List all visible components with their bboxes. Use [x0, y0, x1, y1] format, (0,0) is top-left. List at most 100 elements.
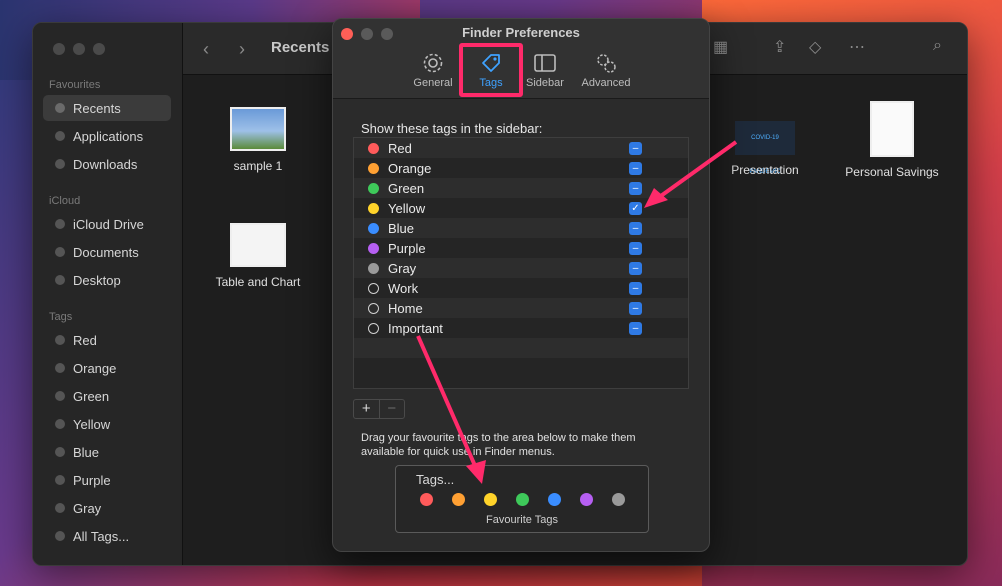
desktop-icon: [55, 275, 65, 285]
checkbox-mixed[interactable]: –: [629, 321, 642, 335]
tag-label: Yellow: [388, 200, 426, 216]
tag-label: Important: [388, 320, 443, 336]
add-tag-button[interactable]: +: [354, 400, 379, 418]
sidebar-item-tag-orange[interactable]: Orange: [43, 355, 171, 381]
sidebar-item-downloads[interactable]: Downloads: [43, 151, 171, 177]
checkbox-mixed[interactable]: –: [629, 241, 642, 255]
sidebar-item-recents[interactable]: Recents: [43, 95, 171, 121]
empty-row: [354, 358, 688, 378]
checkbox-mixed[interactable]: –: [629, 261, 642, 275]
sidebar-item-label: Applications: [73, 128, 144, 144]
more-icon[interactable]: ⋯: [849, 37, 865, 57]
tag-icon[interactable]: ◇: [809, 37, 821, 57]
tag-row[interactable]: Gray –: [354, 258, 688, 278]
window-controls[interactable]: [53, 43, 105, 55]
sidebar-item-tag-blue[interactable]: Blue: [43, 439, 171, 465]
empty-row: [354, 338, 688, 358]
tab-label: General: [413, 77, 453, 89]
tag-color-icon: [368, 302, 379, 314]
minimize-button[interactable]: [73, 43, 85, 55]
favourite-tags-placeholder: Tags...: [416, 472, 455, 487]
tag-list: Red – Orange – Green – Yellow ✓ Blue – Purple – Gray…: [353, 137, 689, 389]
gears-icon: [597, 54, 616, 73]
sidebar-item-tag-red[interactable]: Red: [43, 327, 171, 353]
tag-row[interactable]: Green –: [354, 178, 688, 198]
close-button[interactable]: [53, 43, 65, 55]
sidebar-item-label: Recents: [73, 100, 121, 116]
favourite-tag-dot[interactable]: [484, 493, 497, 506]
sidebar-item-label: Purple: [73, 472, 111, 488]
sidebar-item-label: Downloads: [73, 156, 138, 172]
sidebar-section-icloud: iCloud: [49, 195, 81, 207]
favourite-tag-dot[interactable]: [612, 493, 625, 506]
document-icon: [55, 247, 65, 257]
search-icon[interactable]: ⌕: [933, 37, 942, 55]
share-icon[interactable]: ⇪: [773, 37, 786, 57]
favourite-tag-dot[interactable]: [580, 493, 593, 506]
tab-advanced[interactable]: Advanced: [577, 51, 635, 89]
file-item[interactable]: Personal Savings: [837, 101, 947, 179]
zoom-button[interactable]: [93, 43, 105, 55]
clock-icon: [55, 103, 65, 113]
favourite-tags-area[interactable]: Tags... Favourite Tags: [395, 465, 649, 533]
favourite-tag-dot[interactable]: [452, 493, 465, 506]
back-button[interactable]: ‹: [203, 39, 209, 60]
tag-dot-icon: [55, 531, 65, 541]
checkbox-mixed[interactable]: –: [629, 161, 642, 175]
file-item[interactable]: sample 1: [203, 107, 313, 173]
tag-row[interactable]: Home –: [354, 298, 688, 318]
file-item[interactable]: Table and Chart: [203, 223, 313, 289]
sidebar-item-icloud-drive[interactable]: iCloud Drive: [43, 211, 171, 237]
checkbox-mixed[interactable]: –: [629, 141, 642, 155]
tag-dot-icon: [55, 391, 65, 401]
tag-row[interactable]: Work –: [354, 278, 688, 298]
checkbox-mixed[interactable]: –: [629, 281, 642, 295]
remove-tag-button[interactable]: −: [378, 400, 405, 418]
tag-label: Green: [388, 180, 425, 196]
tag-row[interactable]: Important –: [354, 318, 688, 338]
sidebar-item-label: Orange: [73, 360, 117, 376]
tag-row[interactable]: Orange –: [354, 158, 688, 178]
window-title: Finder Preferences: [462, 25, 580, 40]
checkbox-mixed[interactable]: –: [629, 301, 642, 315]
presentation-thumbnail: COVID-19 PANDEMIC: [735, 121, 795, 175]
sidebar-item-tag-green[interactable]: Green: [43, 383, 171, 409]
sidebar-item-all-tags[interactable]: All Tags...: [43, 523, 171, 549]
favourite-tag-dot[interactable]: [548, 493, 561, 506]
sidebar-item-label: Documents: [73, 244, 139, 260]
tag-label: Blue: [388, 220, 415, 236]
checkbox-mixed[interactable]: –: [629, 221, 642, 235]
sidebar-item-label: Green: [73, 388, 110, 404]
checkbox-checked[interactable]: ✓: [629, 201, 642, 215]
sidebar-item-applications[interactable]: Applications: [43, 123, 171, 149]
gear-icon: [423, 53, 443, 73]
tag-color-icon: [368, 162, 379, 174]
spreadsheet-thumbnail: [230, 223, 286, 267]
tag-dot-icon: [55, 335, 65, 345]
view-options-icon[interactable]: ▦: [713, 37, 728, 57]
window-title: Recents: [271, 39, 330, 56]
tag-dot-icon: [55, 447, 65, 457]
sidebar-item-tag-gray[interactable]: Gray: [43, 495, 171, 521]
tag-color-icon: [368, 182, 379, 194]
sidebar-item-desktop[interactable]: Desktop: [43, 267, 171, 293]
favourite-tag-dot[interactable]: [420, 493, 433, 506]
favourite-tag-dot[interactable]: [516, 493, 529, 506]
tag-row[interactable]: Red –: [354, 138, 688, 158]
file-name: Personal Savings: [845, 165, 939, 179]
tag-row[interactable]: Purple –: [354, 238, 688, 258]
tab-label: Advanced: [581, 77, 631, 89]
tab-sidebar[interactable]: Sidebar: [523, 51, 567, 89]
sidebar-item-documents[interactable]: Documents: [43, 239, 171, 265]
checkbox-mixed[interactable]: –: [629, 181, 642, 195]
tag-color-icon: [368, 282, 379, 294]
sidebar-item-label: All Tags...: [73, 528, 130, 544]
section-label: Show these tags in the sidebar:: [361, 121, 543, 136]
sidebar-item-tag-yellow[interactable]: Yellow: [43, 411, 171, 437]
sidebar-item-tag-purple[interactable]: Purple: [43, 467, 171, 493]
tag-row[interactable]: Yellow ✓: [354, 198, 688, 218]
tag-row[interactable]: Blue –: [354, 218, 688, 238]
file-item[interactable]: COVID-19 PANDEMIC Presentation: [710, 121, 820, 177]
tab-general[interactable]: General: [411, 51, 455, 89]
forward-button[interactable]: ›: [239, 39, 245, 60]
